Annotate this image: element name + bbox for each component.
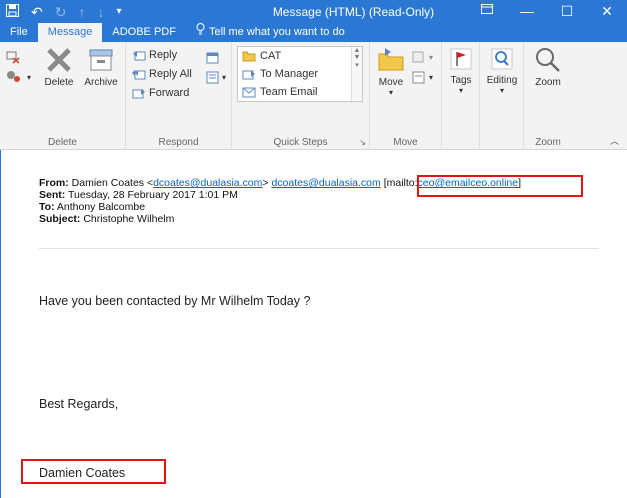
from-email-link-2[interactable]: dcoates@dualasia.com	[271, 177, 380, 189]
tags-label: Tags	[450, 75, 472, 86]
junk-icon	[7, 71, 20, 82]
meeting-button[interactable]	[206, 48, 219, 66]
quick-steps-group-label: Quick Steps	[273, 137, 328, 148]
delete-button[interactable]: Delete	[40, 46, 78, 88]
editing-group: Editing ▾	[480, 42, 524, 150]
quick-step-cat-label: CAT	[260, 50, 282, 62]
from-email-link[interactable]: dcoates@dualasia.com	[153, 177, 262, 189]
reply-all-label: Reply All	[149, 68, 192, 80]
header-divider	[39, 248, 599, 249]
move-group: Move ▾ ▾ ▾ Move	[370, 42, 442, 150]
sent-label: Sent:	[39, 189, 66, 201]
move-folder-icon	[378, 48, 404, 71]
magnifier-icon	[536, 48, 560, 72]
rules-button[interactable]: ▾	[412, 48, 433, 66]
junk-button[interactable]: ▾	[6, 68, 31, 86]
ignore-button[interactable]	[6, 48, 20, 66]
forward-icon	[132, 89, 145, 99]
collapse-ribbon-icon[interactable]: ︿	[610, 134, 619, 147]
title-bar: ↶ ↻ ↑ ↓ ▾ Message (HTML) (Read-Only) — ☐…	[0, 0, 627, 42]
ribbon: ▾ Delete Archive Delete Reply Reply All …	[0, 42, 627, 150]
delete-x-icon	[47, 48, 71, 72]
delete-group-label: Delete	[48, 137, 77, 148]
minimize-icon[interactable]: —	[507, 0, 547, 22]
to-label: To:	[39, 201, 55, 213]
subject-value: Christophe Wilhelm	[83, 213, 175, 225]
mailto-highlight-box	[417, 175, 583, 197]
to-value: Anthony Balcombe	[56, 201, 146, 213]
subject-label: Subject:	[39, 213, 81, 225]
tab-file[interactable]: File	[0, 23, 38, 42]
more-respond-button[interactable]: ▾	[206, 68, 226, 86]
reply-button[interactable]: Reply	[132, 46, 177, 64]
zoom-label: Zoom	[535, 77, 561, 88]
delete-label: Delete	[44, 77, 74, 88]
forward-button[interactable]: Forward	[132, 84, 189, 102]
move-button[interactable]: Move ▾	[372, 46, 410, 97]
quick-step-team-email[interactable]: Team Email	[238, 83, 362, 101]
reply-label: Reply	[149, 49, 178, 61]
maximize-icon[interactable]: ☐	[547, 0, 587, 22]
tags-button[interactable]: Tags ▾	[444, 46, 478, 95]
subject-line: Subject: Christophe Wilhelm	[39, 213, 521, 225]
body-text: Have you been contacted by Mr Wilhelm To…	[39, 294, 311, 308]
reply-all-icon	[132, 70, 146, 80]
from-close: >	[262, 177, 269, 189]
ignore-icon	[6, 51, 20, 64]
archive-icon	[89, 49, 113, 71]
find-icon	[491, 48, 513, 70]
window-controls: — ☐ ✕	[467, 0, 627, 22]
quick-step-team-email-label: Team Email	[260, 86, 318, 98]
quick-steps-scrollbar[interactable]: ▲ ▼ ▾	[351, 47, 362, 101]
from-label: From:	[39, 177, 69, 189]
quick-step-cat[interactable]: CAT	[238, 47, 362, 65]
editing-label: Editing	[486, 75, 518, 86]
reply-icon	[133, 51, 146, 61]
zoom-group: Zoom Zoom	[524, 42, 572, 150]
quick-step-to-manager-label: To Manager	[260, 68, 319, 80]
onenote-icon	[412, 71, 425, 83]
archive-label: Archive	[84, 77, 118, 88]
forward-label: Forward	[149, 87, 190, 99]
zoom-button[interactable]: Zoom	[528, 46, 568, 88]
more-respond-icon	[206, 71, 219, 83]
mailto-open: [mailto:	[383, 177, 418, 189]
archive-button[interactable]: Archive	[80, 46, 122, 88]
message-content: From: Damien Coates <dcoates@dualasia.co…	[0, 150, 627, 498]
team-email-icon	[242, 87, 256, 98]
tell-me-search[interactable]: Tell me what you want to do	[186, 23, 355, 42]
tab-adobe-pdf[interactable]: ADOBE PDF	[102, 23, 186, 42]
flag-icon	[450, 48, 472, 70]
tell-me-label: Tell me what you want to do	[208, 26, 345, 38]
respond-group-label: Respond	[158, 137, 199, 148]
from-name: Damien Coates <	[71, 177, 154, 189]
editing-button[interactable]: Editing ▾	[482, 46, 522, 95]
close-icon[interactable]: ✕	[587, 0, 627, 22]
signature-highlight-box	[21, 459, 166, 484]
quick-step-to-manager[interactable]: To Manager	[238, 65, 362, 83]
rules-icon	[412, 51, 424, 62]
folder-icon	[242, 51, 256, 62]
to-manager-icon	[242, 70, 255, 80]
move-group-label: Move	[393, 137, 418, 148]
respond-group: Reply Reply All Forward ▾ Respond	[126, 42, 232, 150]
to-line: To: Anthony Balcombe	[39, 201, 521, 213]
tab-message[interactable]: Message	[37, 23, 103, 42]
ribbon-display-icon[interactable]	[467, 0, 507, 22]
sent-value: Tuesday, 28 February 2017 1:01 PM	[67, 189, 238, 201]
move-label: Move	[378, 77, 404, 88]
onenote-button[interactable]: ▾	[412, 68, 433, 86]
quick-steps-gallery: CAT To Manager Team Email ▲ ▼ ▾	[237, 46, 363, 102]
delete-group: ▾ Delete Archive Delete	[0, 42, 126, 150]
zoom-group-label: Zoom	[535, 137, 561, 148]
tags-group: Tags ▾	[442, 42, 480, 150]
ribbon-tabs: File Message ADOBE PDF Tell me what you …	[0, 23, 355, 42]
lightbulb-icon	[196, 23, 205, 42]
meeting-icon	[206, 52, 219, 63]
closing-text: Best Regards,	[39, 397, 119, 411]
reply-all-button[interactable]: Reply All	[132, 65, 192, 83]
dialog-launcher-icon[interactable]: ↘	[359, 138, 366, 147]
